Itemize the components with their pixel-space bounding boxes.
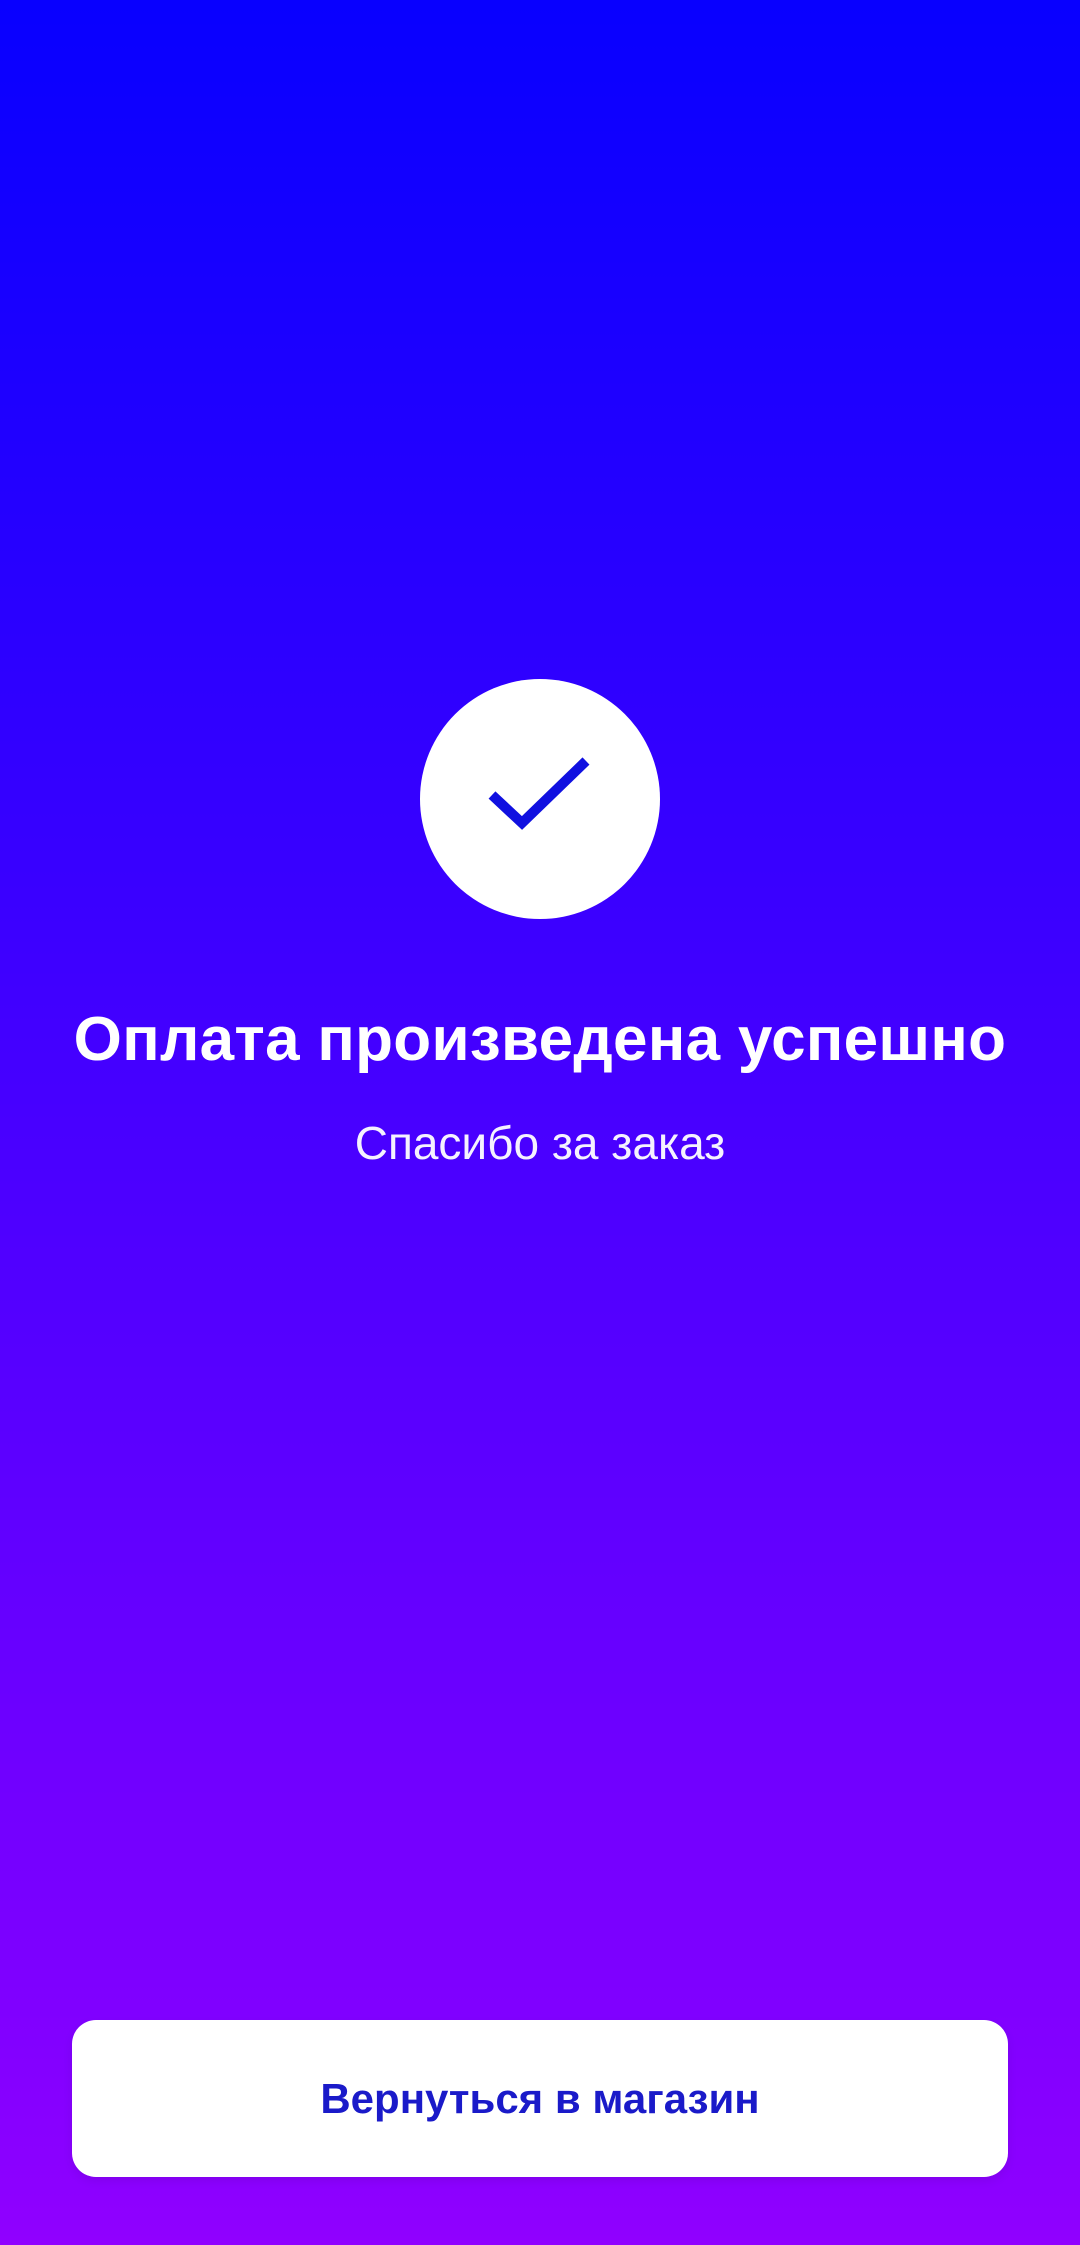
return-to-shop-button[interactable]: Вернуться в магазин: [72, 2020, 1008, 2177]
success-subtitle: Спасибо за заказ: [354, 1117, 726, 1169]
checkmark-icon: [488, 757, 590, 830]
return-to-shop-label: Вернуться в магазин: [320, 2074, 760, 2122]
payment-success-screen: Оплата произведена успешно Спасибо за за…: [0, 0, 1080, 2245]
success-badge: [420, 679, 660, 919]
success-title: Оплата произведена успешно: [73, 1005, 1007, 1074]
